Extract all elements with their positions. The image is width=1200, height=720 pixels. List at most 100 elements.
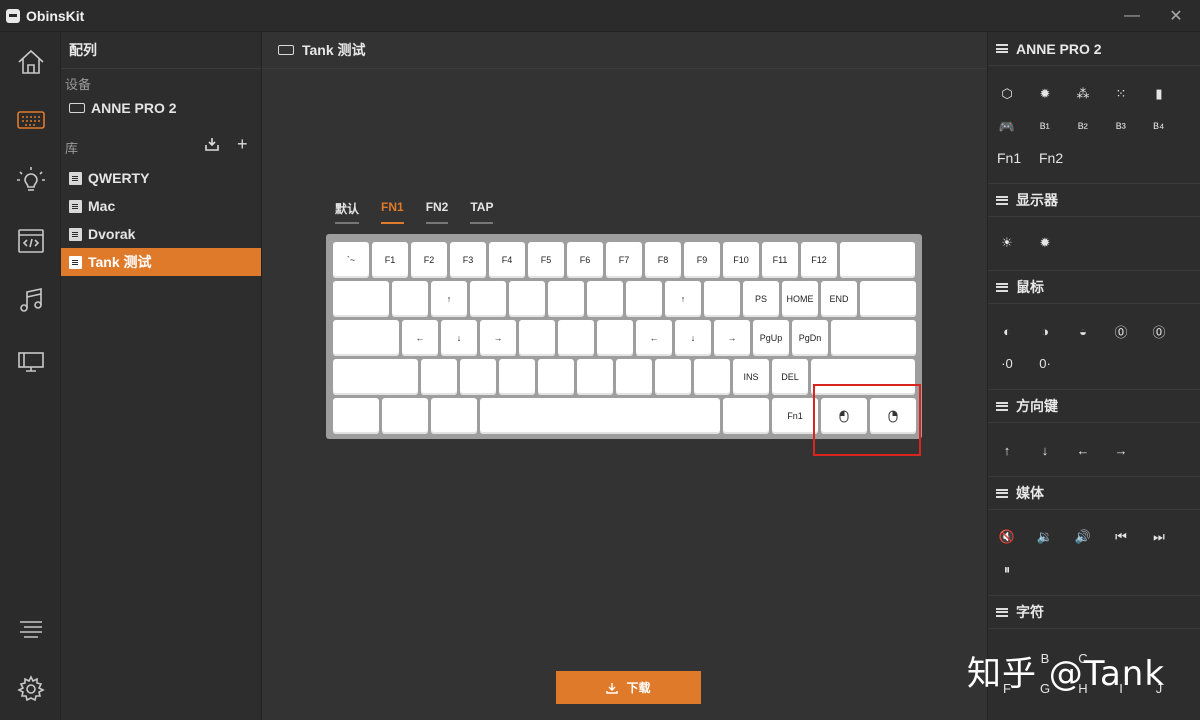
key-[interactable]: → (480, 320, 516, 356)
key-blank[interactable] (597, 320, 633, 356)
add-icon[interactable]: + (237, 134, 248, 155)
palette-key-device-1[interactable]: ✹ (1032, 83, 1058, 105)
key-[interactable]: `~ (333, 242, 369, 278)
palette-media-header[interactable]: 媒体 (988, 476, 1200, 510)
key-blank[interactable] (333, 281, 389, 317)
palette-key-mouse-4[interactable]: ⓪ (1146, 320, 1172, 342)
palette-key-mouse-3[interactable]: ⓪ (1108, 320, 1134, 342)
key-pgdn[interactable]: PgDn (792, 320, 828, 356)
palette-key-mouse-2[interactable]: ◒ (1070, 320, 1096, 342)
key-f9[interactable]: F9 (684, 242, 720, 278)
tab-default[interactable]: 默认 (335, 200, 360, 224)
key-[interactable]: → (714, 320, 750, 356)
library-item-dvorak[interactable]: Dvorak (61, 220, 261, 248)
palette-key-media-5[interactable]: ⏸ (994, 559, 1020, 581)
key-blank[interactable] (509, 281, 545, 317)
key-blank[interactable] (392, 281, 428, 317)
key-f11[interactable]: F11 (762, 242, 798, 278)
bulb-icon[interactable] (0, 155, 61, 205)
key-[interactable]: ← (636, 320, 672, 356)
key-[interactable]: ↑ (665, 281, 701, 317)
key-home[interactable]: HOME (782, 281, 818, 317)
palette-key-arrow-1[interactable]: ↓ (1032, 439, 1058, 461)
code-icon[interactable] (0, 216, 61, 266)
key-blank[interactable] (460, 359, 496, 395)
palette-key-arrow-3[interactable]: → (1108, 439, 1134, 461)
key-pgup[interactable]: PgUp (753, 320, 789, 356)
palette-key-device-0[interactable]: ⬡ (994, 83, 1020, 105)
key-blank[interactable] (840, 242, 915, 278)
minimize-button[interactable]: — (1110, 0, 1154, 32)
palette-key-device-6[interactable]: ᴮ¹ (1032, 116, 1058, 138)
key-blank[interactable] (860, 281, 916, 317)
key-f1[interactable]: F1 (372, 242, 408, 278)
tab-fn2[interactable]: FN2 (425, 200, 449, 224)
key-[interactable]: ↓ (441, 320, 477, 356)
key-blank[interactable] (616, 359, 652, 395)
key-blank[interactable] (333, 398, 379, 434)
palette-key-mouse-0[interactable]: ◐ (994, 320, 1020, 342)
palette-key-device-9[interactable]: ᴮ⁴ (1146, 116, 1172, 138)
monitor-icon[interactable] (0, 337, 61, 387)
tab-tap[interactable]: TAP (470, 200, 494, 224)
key-blank[interactable] (382, 398, 428, 434)
palette-key-device-2[interactable]: ⁂ (1070, 83, 1096, 105)
key-blank[interactable] (577, 359, 613, 395)
list-icon[interactable] (0, 604, 61, 654)
device-item[interactable]: ANNE PRO 2 (61, 94, 261, 122)
key-blank[interactable] (558, 320, 594, 356)
palette-display-header[interactable]: 显示器 (988, 183, 1200, 217)
library-item-qwerty[interactable]: QWERTY (61, 164, 261, 192)
import-icon[interactable] (205, 137, 219, 151)
palette-arrow-header[interactable]: 方向键 (988, 389, 1200, 423)
palette-key-brightness-up[interactable]: ✹ (1032, 232, 1058, 254)
key-blank[interactable] (333, 359, 418, 395)
key-[interactable]: ↑ (431, 281, 467, 317)
palette-key-fn1[interactable]: Fn1 (997, 147, 1021, 169)
palette-key-media-4[interactable]: ⏭ (1146, 526, 1172, 548)
palette-key-fn2[interactable]: Fn2 (1039, 147, 1063, 169)
palette-key-device-5[interactable]: 🎮 (994, 116, 1020, 138)
key-[interactable]: ← (402, 320, 438, 356)
home-icon[interactable] (0, 37, 61, 87)
palette-key-mouse-1[interactable]: ◑ (1032, 320, 1058, 342)
key-end[interactable]: END (821, 281, 857, 317)
library-item-tank[interactable]: Tank 测试 (61, 248, 261, 276)
key-blank[interactable] (499, 359, 535, 395)
keyboard-icon[interactable] (0, 95, 61, 145)
key-blank[interactable] (431, 398, 477, 434)
palette-device-header[interactable]: ANNE PRO 2 (988, 32, 1200, 66)
key-ins[interactable]: INS (733, 359, 769, 395)
palette-key-media-1[interactable]: 🔉 (1032, 526, 1058, 548)
key-[interactable]: ↓ (675, 320, 711, 356)
key-blank[interactable] (723, 398, 769, 434)
palette-key-media-2[interactable]: 🔊 (1070, 526, 1096, 548)
palette-key-media-0[interactable]: 🔇 (994, 526, 1020, 548)
key-f4[interactable]: F4 (489, 242, 525, 278)
key-blank[interactable] (655, 359, 691, 395)
palette-char-header[interactable]: 字符 (988, 595, 1200, 629)
key-blank[interactable] (538, 359, 574, 395)
key-blank[interactable] (704, 281, 740, 317)
gear-icon[interactable] (0, 664, 61, 714)
key-blank[interactable] (480, 398, 720, 434)
palette-key-brightness-down[interactable]: ☀ (994, 232, 1020, 254)
key-blank[interactable] (587, 281, 623, 317)
key-blank[interactable] (470, 281, 506, 317)
key-blank[interactable] (831, 320, 916, 356)
close-button[interactable]: ✕ (1154, 0, 1198, 32)
key-f12[interactable]: F12 (801, 242, 837, 278)
key-blank[interactable] (421, 359, 457, 395)
palette-key-device-7[interactable]: ᴮ² (1070, 116, 1096, 138)
palette-key-device-3[interactable]: ⁙ (1108, 83, 1134, 105)
key-ps[interactable]: PS (743, 281, 779, 317)
palette-key-mouse-5[interactable]: ·0 (994, 352, 1020, 374)
palette-mouse-header[interactable]: 鼠标 (988, 270, 1200, 304)
key-blank[interactable] (694, 359, 730, 395)
tab-fn1[interactable]: FN1 (381, 200, 404, 224)
palette-key-device-4[interactable]: ▮ (1146, 83, 1172, 105)
download-button[interactable]: 下载 (556, 671, 701, 704)
palette-key-arrow-0[interactable]: ↑ (994, 439, 1020, 461)
key-f6[interactable]: F6 (567, 242, 603, 278)
key-del[interactable]: DEL (772, 359, 808, 395)
